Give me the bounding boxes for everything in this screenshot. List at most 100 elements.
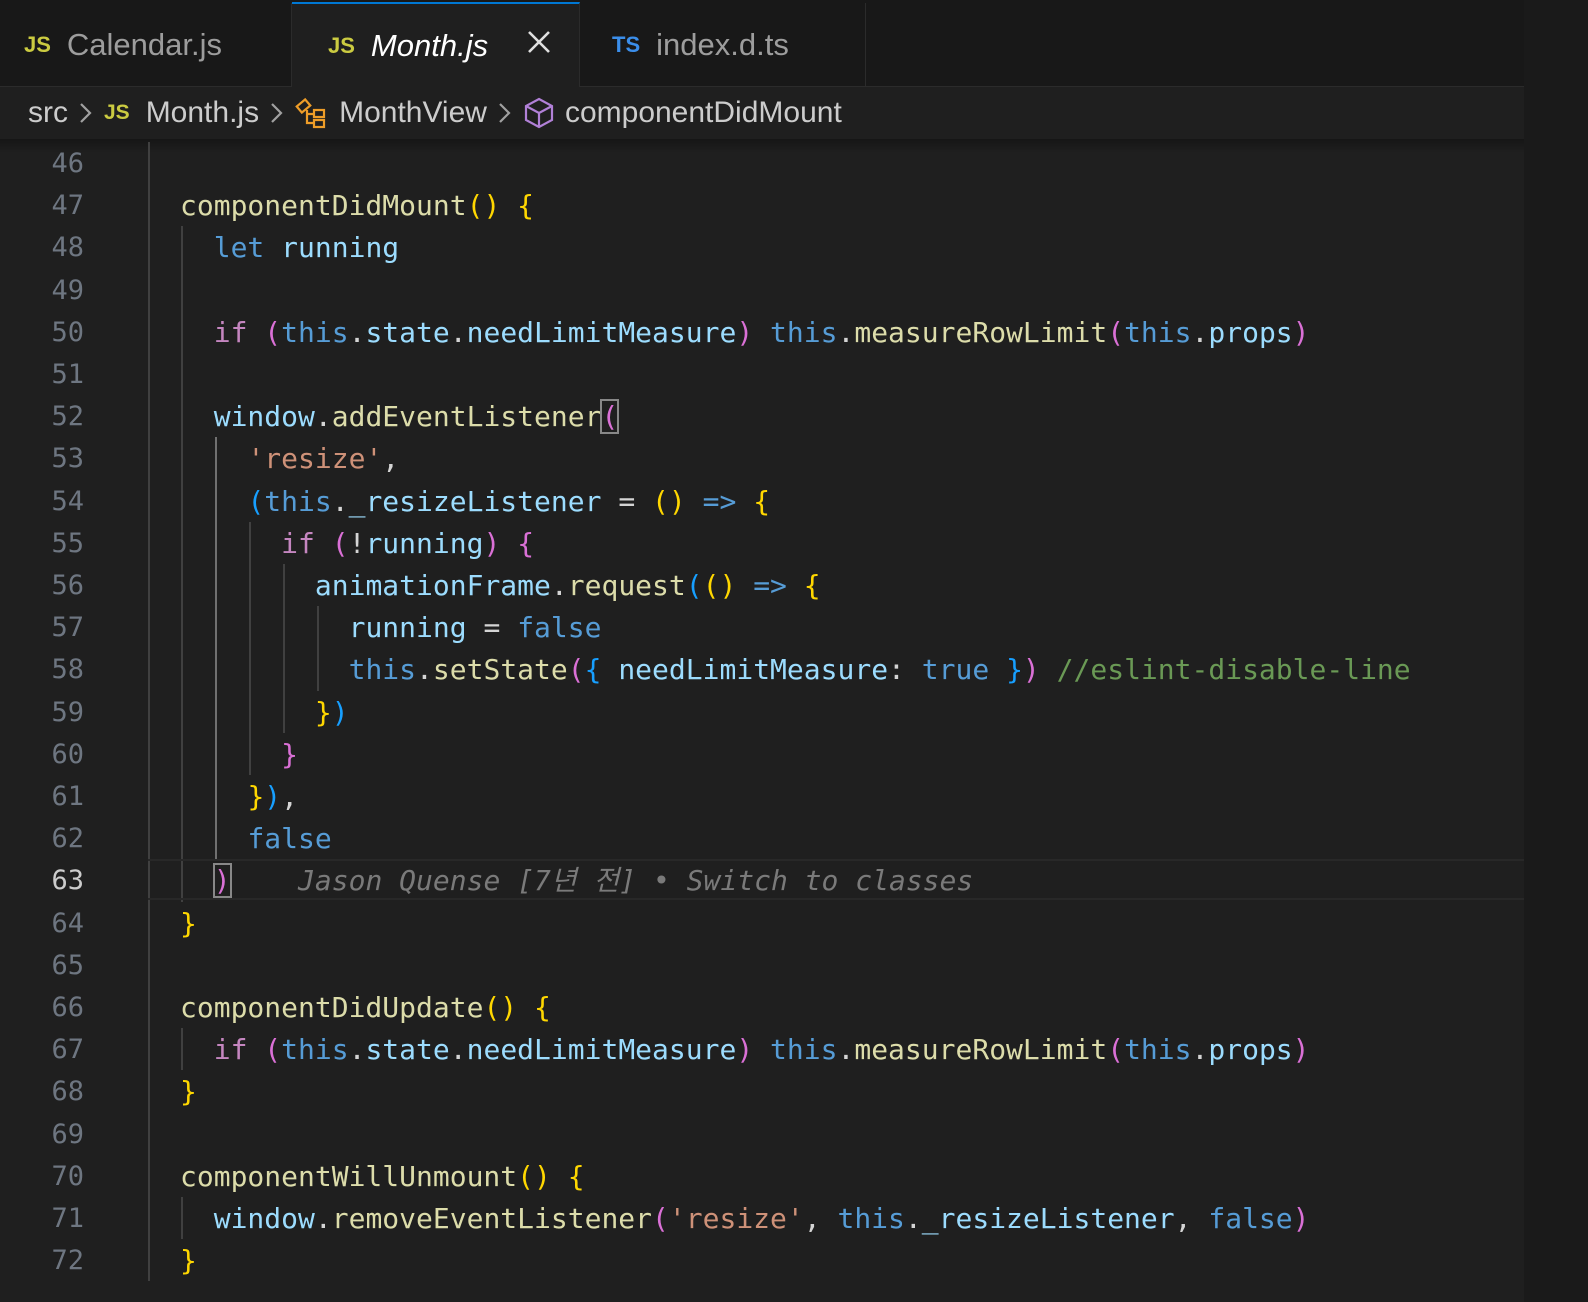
line-number[interactable]: 57 [0, 606, 84, 649]
line-number[interactable]: 55 [0, 522, 84, 565]
code-text[interactable]: componentWillUnmount() { [180, 1155, 585, 1198]
ts-file-icon: TS [612, 31, 641, 57]
git-blame-annotation[interactable]: Jason Quense [7년 전] • Switch to classes [231, 864, 973, 897]
line-number[interactable]: 52 [0, 395, 84, 438]
code-line[interactable]: 70 componentWillUnmount() { [0, 1155, 1524, 1198]
code-line[interactable]: 63 ) Jason Quense [7년 전] • Switch to cla… [0, 859, 1524, 902]
code-line[interactable]: 47 componentDidMount() { [0, 184, 1524, 227]
line-number[interactable]: 62 [0, 817, 84, 860]
code-line[interactable]: 67 if (this.state.needLimitMeasure) this… [0, 1028, 1524, 1071]
code-text[interactable]: } [180, 733, 298, 776]
code-line[interactable]: 69 [0, 1113, 1524, 1156]
line-number[interactable]: 63 [0, 859, 84, 902]
line-number[interactable]: 70 [0, 1155, 84, 1198]
line-number[interactable]: 68 [0, 1070, 84, 1113]
code-line[interactable]: 59 }) [0, 691, 1524, 734]
line-number[interactable]: 61 [0, 775, 84, 818]
code-text[interactable]: false [180, 817, 331, 860]
code-line[interactable]: 51 [0, 353, 1524, 396]
line-number[interactable]: 60 [0, 733, 84, 776]
line-number[interactable]: 51 [0, 353, 84, 396]
code-text[interactable]: }), [180, 775, 298, 818]
code-line[interactable]: 71 window.removeEventListener('resize', … [0, 1197, 1524, 1240]
code-line[interactable]: 48 let running [0, 226, 1524, 269]
line-number[interactable]: 71 [0, 1197, 84, 1240]
line-number[interactable]: 46 [0, 142, 84, 185]
code-line[interactable]: 49 [0, 269, 1524, 312]
code-line[interactable]: 64} [0, 902, 1524, 945]
code-text[interactable]: ) Jason Quense [7년 전] • Switch to classe… [180, 859, 973, 902]
code-line[interactable]: 55 if (!running) { [0, 522, 1524, 565]
line-number[interactable]: 64 [0, 902, 84, 945]
breadcrumb-file[interactable]: Month.js [146, 96, 259, 130]
line-number[interactable]: 48 [0, 226, 84, 269]
js-file-icon: JS [328, 32, 355, 58]
js-file-icon: JS [24, 31, 51, 57]
code-line[interactable]: 66 componentDidUpdate() { [0, 986, 1524, 1029]
code-line[interactable]: 61 }), [0, 775, 1524, 818]
breadcrumb: src JS Month.js MonthView componentDidMo… [0, 87, 1524, 139]
line-number[interactable]: 54 [0, 480, 84, 523]
chevron-right-icon [269, 99, 285, 127]
tab-index-d-ts[interactable]: TS index.d.ts [580, 3, 866, 86]
code-text[interactable]: let running [180, 226, 399, 269]
code-text[interactable]: 'resize', [180, 437, 399, 480]
line-number[interactable]: 50 [0, 311, 84, 354]
breadcrumb-method[interactable]: componentDidMount [565, 96, 842, 130]
code-text[interactable]: if (!running) { [180, 522, 534, 565]
code-line[interactable]: 58 this.setState({ needLimitMeasure: tru… [0, 648, 1524, 691]
line-number[interactable]: 67 [0, 1028, 84, 1071]
code-text[interactable]: window.addEventListener( [180, 395, 620, 438]
tab-label: Month.js [370, 27, 489, 63]
code-line[interactable]: 65 [0, 944, 1524, 987]
code-text[interactable]: animationFrame.request(() => { [180, 564, 821, 607]
line-number[interactable]: 56 [0, 564, 84, 607]
tab-month-js[interactable]: JS Month.js [292, 2, 580, 87]
line-number[interactable]: 66 [0, 986, 84, 1029]
chevron-right-icon [497, 99, 513, 127]
code-text[interactable]: } [180, 1070, 197, 1113]
breadcrumb-folder[interactable]: src [28, 96, 68, 130]
code-line[interactable]: 54 (this._resizeListener = () => { [0, 480, 1524, 523]
code-text[interactable]: } [180, 902, 197, 945]
code-text[interactable]: if (this.state.needLimitMeasure) this.me… [180, 311, 1310, 354]
tab-label: Calendar.js [66, 26, 223, 62]
code-text[interactable]: if (this.state.needLimitMeasure) this.me… [180, 1028, 1310, 1071]
line-number[interactable]: 58 [0, 648, 84, 691]
code-line[interactable]: 62 false [0, 817, 1524, 860]
symbol-method-icon [523, 96, 555, 130]
close-icon[interactable] [523, 26, 555, 58]
code-text[interactable]: running = false [180, 606, 602, 649]
code-text[interactable]: this.setState({ needLimitMeasure: true }… [180, 648, 1411, 691]
js-file-icon: JS [104, 101, 130, 124]
code-line[interactable]: 50 if (this.state.needLimitMeasure) this… [0, 311, 1524, 354]
code-line[interactable]: 72} [0, 1239, 1524, 1282]
code-editor[interactable]: 46 47 componentDidMount() {48 let running 4… [0, 142, 1524, 1302]
line-number[interactable]: 65 [0, 944, 84, 987]
code-text[interactable]: (this._resizeListener = () => { [180, 480, 770, 523]
code-line[interactable]: 56 animationFrame.request(() => { [0, 564, 1524, 607]
line-number[interactable]: 59 [0, 691, 84, 734]
code-text[interactable]: window.removeEventListener('resize', thi… [180, 1197, 1310, 1240]
code-line[interactable]: 68} [0, 1070, 1524, 1113]
code-line[interactable]: 52 window.addEventListener( [0, 395, 1524, 438]
tab-bar: JS Calendar.js JS Month.js TS index.d.ts [0, 0, 1524, 87]
code-text[interactable]: componentDidMount() { [180, 184, 534, 227]
code-text[interactable]: } [180, 1239, 197, 1282]
tab-label: index.d.ts [656, 26, 789, 62]
line-number[interactable]: 69 [0, 1113, 84, 1156]
line-number[interactable]: 53 [0, 437, 84, 480]
line-number[interactable]: 47 [0, 184, 84, 227]
line-number[interactable]: 72 [0, 1239, 84, 1282]
code-line[interactable]: 60 } [0, 733, 1524, 776]
tab-calendar-js[interactable]: JS Calendar.js [0, 3, 292, 86]
code-text[interactable]: componentDidUpdate() { [180, 986, 551, 1029]
code-text[interactable]: }) [180, 691, 349, 734]
code-line[interactable]: 57 running = false [0, 606, 1524, 649]
symbol-class-icon [295, 96, 329, 130]
code-line[interactable]: 46 [0, 142, 1524, 185]
chevron-right-icon [78, 99, 94, 127]
breadcrumb-class[interactable]: MonthView [339, 96, 487, 130]
line-number[interactable]: 49 [0, 269, 84, 312]
code-line[interactable]: 53 'resize', [0, 437, 1524, 480]
